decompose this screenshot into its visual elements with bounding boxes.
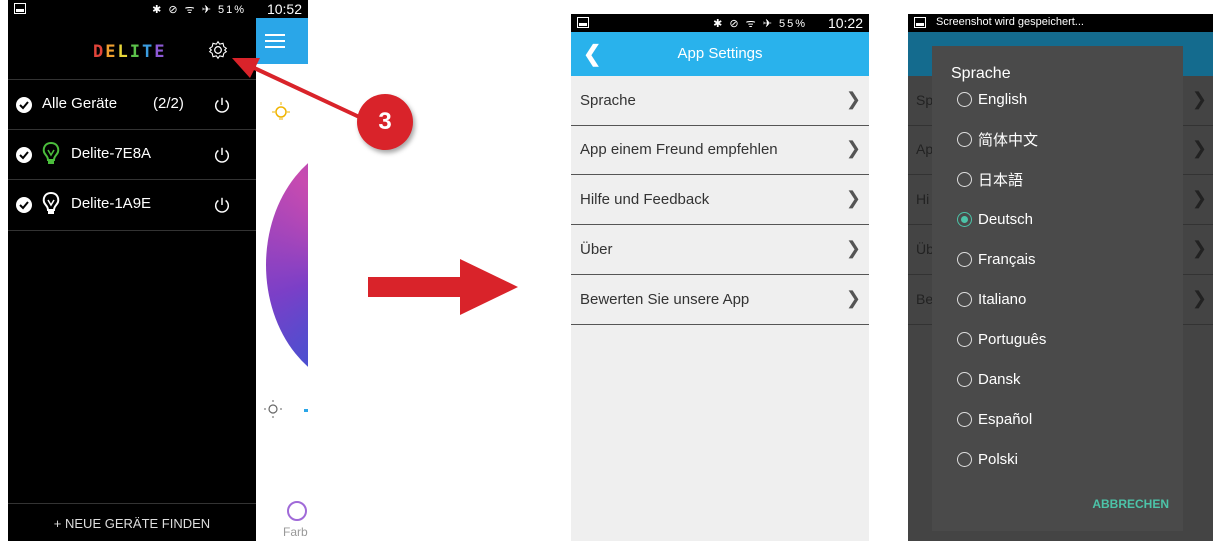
bulb-icon bbox=[42, 191, 60, 214]
chevron-right-icon: ❯ bbox=[1191, 89, 1207, 109]
chevron-right-icon: ❯ bbox=[845, 288, 861, 308]
brightness-slider[interactable] bbox=[304, 409, 308, 412]
chevron-right-icon: ❯ bbox=[1191, 238, 1207, 258]
language-option[interactable]: Español bbox=[957, 407, 1032, 431]
next-step-arrow-icon bbox=[368, 259, 518, 315]
screenshot-icon bbox=[577, 17, 589, 28]
device-row-7e8a[interactable]: Delite-7E8A bbox=[8, 129, 256, 180]
color-tab-icon[interactable] bbox=[286, 500, 308, 522]
language-dialog: Sprache English 简体中文 日本語 Deutsch Françai… bbox=[932, 46, 1183, 531]
language-label: Italiano bbox=[978, 290, 1027, 308]
app-bar: ❮ App Settings bbox=[571, 32, 869, 76]
settings-item-label: App einem Freund empfehlen bbox=[580, 141, 778, 158]
settings-item-rate[interactable]: Bewerten Sie unsere App ❯ bbox=[571, 275, 869, 325]
language-label: Português bbox=[978, 330, 1047, 348]
power-icon[interactable] bbox=[213, 195, 231, 215]
status-icons: ✱ ⊘ ᯤ ✈ 55% bbox=[713, 18, 807, 30]
page-title: App Settings bbox=[677, 45, 763, 62]
settings-item-help[interactable]: Hilfe und Feedback ❯ bbox=[571, 175, 869, 225]
status-time: 10:52 bbox=[266, 1, 302, 17]
chevron-right-icon: ❯ bbox=[845, 138, 861, 158]
language-option-selected[interactable]: Deutsch bbox=[957, 207, 1033, 231]
screenshot-icon bbox=[914, 17, 926, 28]
chevron-right-icon: ❯ bbox=[1191, 138, 1207, 158]
device-row-label: Delite-7E8A bbox=[71, 145, 152, 162]
cancel-button[interactable]: ABBRECHEN bbox=[1092, 497, 1169, 511]
settings-item-recommend[interactable]: App einem Freund empfehlen ❯ bbox=[571, 125, 869, 175]
language-label: Deutsch bbox=[978, 210, 1034, 228]
settings-item-label: Hilfe und Feedback bbox=[580, 191, 710, 208]
chevron-right-icon: ❯ bbox=[845, 89, 861, 109]
device-row-label: Delite-1A9E bbox=[71, 195, 152, 212]
radio-icon[interactable] bbox=[957, 291, 972, 307]
radio-icon[interactable] bbox=[957, 451, 972, 467]
phone-app-settings: ✱ ⊘ ᯤ ✈ 55% 10:22 ❮ App Settings Sprache… bbox=[571, 14, 869, 541]
color-tab-label[interactable]: Farb bbox=[283, 525, 308, 539]
bulb-icon bbox=[42, 141, 60, 164]
power-icon[interactable] bbox=[213, 145, 231, 165]
chevron-right-icon: ❯ bbox=[845, 188, 861, 208]
chevron-right-icon: ❯ bbox=[1191, 188, 1207, 208]
status-icons: ✱ ⊘ ᯤ ✈ 51% bbox=[152, 4, 246, 16]
chevron-right-icon: ❯ bbox=[845, 238, 861, 258]
radio-icon[interactable] bbox=[957, 411, 972, 427]
brightness-icon bbox=[264, 400, 282, 418]
radio-icon[interactable] bbox=[957, 251, 972, 267]
radio-checked-icon[interactable] bbox=[957, 211, 972, 227]
menu-icon[interactable] bbox=[265, 30, 285, 52]
status-bar: ✱ ⊘ ᯤ ✈ 51% 10:52 bbox=[8, 0, 308, 18]
language-label: Français bbox=[978, 250, 1036, 268]
settings-item-language[interactable]: Sprache ❯ bbox=[571, 76, 869, 126]
language-label: English bbox=[978, 90, 1028, 108]
callout-arrow-icon bbox=[232, 58, 371, 124]
brand-logo: DELITE bbox=[93, 42, 167, 62]
language-option[interactable]: Polski bbox=[957, 447, 1018, 471]
device-row-all[interactable]: Alle Geräte (2/2) bbox=[8, 79, 256, 130]
device-row-label: Alle Geräte bbox=[42, 95, 118, 112]
radio-icon[interactable] bbox=[957, 331, 972, 347]
language-option[interactable]: English bbox=[957, 87, 1027, 111]
status-bar: Screenshot wird gespeichert... bbox=[908, 14, 1213, 32]
radio-icon[interactable] bbox=[957, 91, 972, 107]
language-option[interactable]: 日本語 bbox=[957, 167, 1023, 191]
dialog-title: Sprache bbox=[951, 65, 1011, 82]
language-option[interactable]: Dansk bbox=[957, 367, 1021, 391]
settings-item-label: Sp bbox=[916, 92, 934, 108]
step-badge: 3 bbox=[357, 94, 413, 150]
language-option[interactable]: Português bbox=[957, 327, 1046, 351]
screenshot-icon bbox=[14, 3, 26, 14]
language-option[interactable]: 简体中文 bbox=[957, 127, 1038, 151]
settings-item-label: Hi bbox=[916, 191, 930, 207]
language-label: 简体中文 bbox=[978, 131, 1039, 149]
check-icon[interactable] bbox=[16, 147, 32, 163]
settings-item-label: Ap bbox=[916, 141, 934, 157]
language-label: Polski bbox=[978, 450, 1019, 468]
language-label: Español bbox=[978, 410, 1033, 428]
language-option[interactable]: Français bbox=[957, 247, 1036, 271]
status-bar: ✱ ⊘ ᯤ ✈ 55% 10:22 bbox=[571, 14, 869, 32]
language-label: Dansk bbox=[978, 370, 1021, 388]
language-option[interactable]: Italiano bbox=[957, 287, 1026, 311]
settings-item-about[interactable]: Über ❯ bbox=[571, 225, 869, 275]
settings-item-label: Bewerten Sie unsere App bbox=[580, 291, 750, 308]
radio-icon[interactable] bbox=[957, 371, 972, 387]
chevron-right-icon: ❯ bbox=[1191, 288, 1207, 308]
settings-item-label: Über bbox=[580, 241, 613, 258]
status-text: Screenshot wird gespeichert... bbox=[936, 16, 1084, 28]
device-count: (2/2) bbox=[153, 95, 184, 112]
check-icon[interactable] bbox=[16, 97, 32, 113]
find-devices-button[interactable]: + NEUE GERÄTE FINDEN bbox=[8, 503, 256, 541]
language-label: 日本語 bbox=[978, 171, 1024, 189]
radio-icon[interactable] bbox=[957, 171, 972, 187]
settings-item-label: Sprache bbox=[580, 92, 636, 109]
status-time: 10:22 bbox=[827, 15, 863, 31]
check-icon[interactable] bbox=[16, 197, 32, 213]
phone-language-dialog: Screenshot wird gespeichert... Sp ❯ Ap ❯… bbox=[908, 14, 1213, 541]
radio-icon[interactable] bbox=[957, 131, 972, 147]
settings-item-label: Be bbox=[916, 291, 934, 307]
device-row-1a9e[interactable]: Delite-1A9E bbox=[8, 179, 256, 231]
